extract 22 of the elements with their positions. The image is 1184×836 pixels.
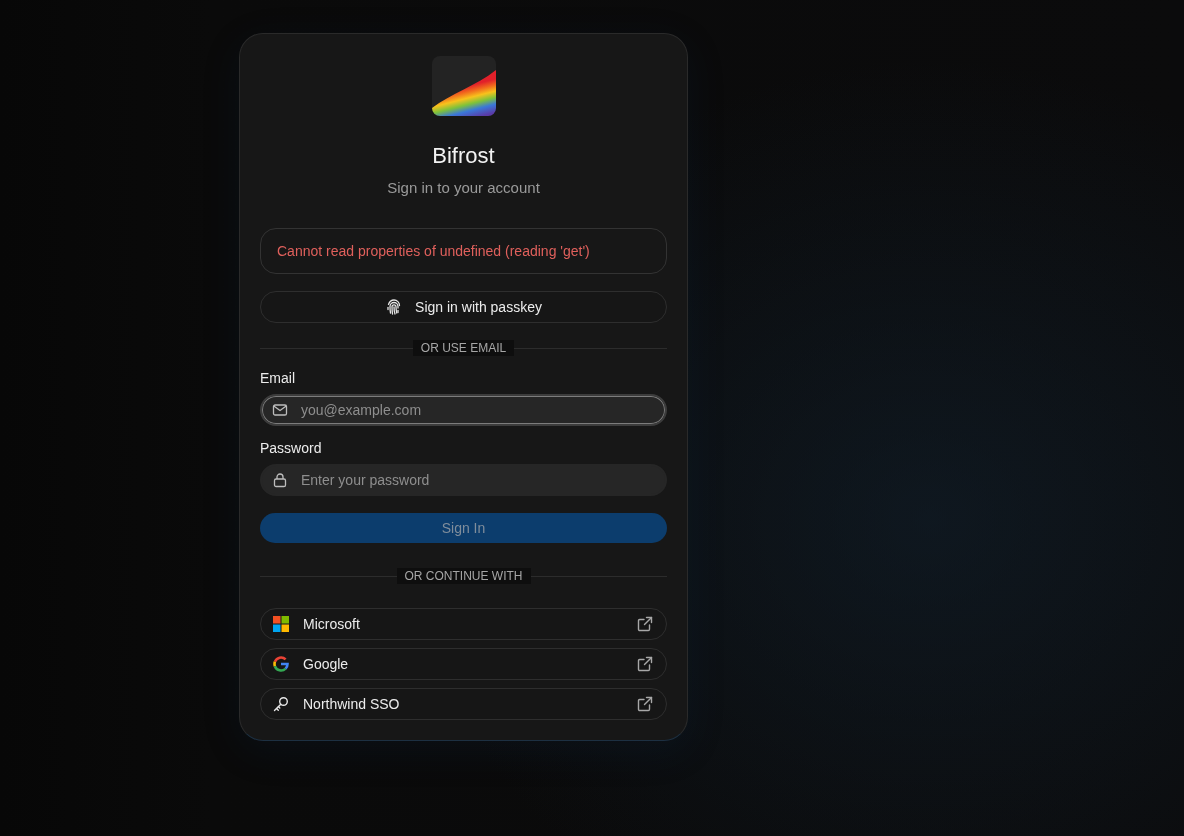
field-label: Password [260, 439, 322, 458]
provider-button[interactable]: Northwind SSO [260, 688, 667, 720]
provider-button[interactable]: Microsoft [260, 608, 667, 640]
mail-icon [272, 402, 288, 418]
four-squares-logo-icon [273, 616, 289, 632]
key-icon [273, 696, 289, 712]
field-label: Email [260, 369, 295, 388]
passkey-button[interactable]: Sign in with passkey [260, 291, 667, 323]
lock-icon [272, 472, 288, 488]
external-link-icon [637, 696, 653, 712]
divider-label: OR CONTINUE WITH [396, 568, 531, 584]
password-field[interactable]: Enter your password [260, 464, 667, 496]
divider-label: OR USE EMAIL [412, 340, 515, 356]
g-logo-icon [273, 656, 289, 672]
email-field[interactable]: you@example.com [260, 394, 667, 426]
app-title: Bifrost [432, 142, 495, 170]
external-link-icon [637, 616, 653, 632]
rainbow-logo-icon [431, 56, 496, 116]
error-alert: Cannot read properties of undefined (reading 'get') [260, 228, 667, 274]
subtitle-text: Sign in to your account [387, 178, 540, 198]
external-link-icon [637, 656, 653, 672]
provider-button[interactable]: Google [260, 648, 667, 680]
